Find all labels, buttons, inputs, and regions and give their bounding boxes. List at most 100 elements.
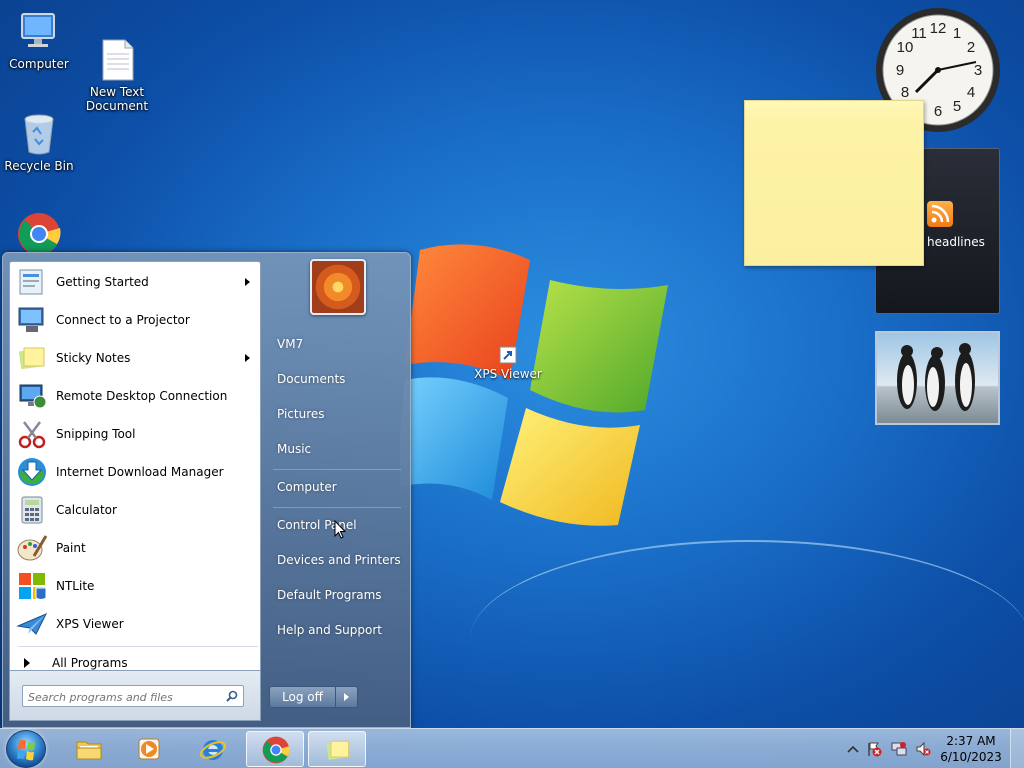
clock-number: 5	[953, 98, 961, 115]
mouse-cursor-icon	[334, 520, 346, 539]
desktop-icon-xps-viewer[interactable]: XPS Viewer	[472, 346, 544, 381]
feed-headlines-label: headlines	[927, 235, 985, 249]
idm-icon	[16, 456, 48, 488]
clock-number: 3	[974, 62, 982, 79]
start-right-pictures[interactable]: Pictures	[277, 407, 325, 421]
search-input[interactable]	[23, 687, 219, 708]
clock-number: 6	[934, 103, 942, 120]
desktop-icon-label: Recycle Bin	[4, 159, 74, 173]
recycle-bin-icon	[17, 112, 61, 156]
start-item-connect-projector[interactable]: Connect to a Projector	[12, 302, 258, 338]
projector-icon	[16, 304, 48, 336]
shortcut-arrow-icon	[499, 346, 517, 364]
sticky-notes-icon	[16, 342, 48, 374]
show-hidden-icons-icon[interactable]	[845, 741, 861, 757]
taskbar: 2:37 AM 6/10/2023	[0, 728, 1024, 768]
start-search-box[interactable]	[22, 685, 244, 708]
calculator-icon	[16, 494, 48, 526]
desktop-icon-recycle-bin[interactable]: Recycle Bin	[3, 112, 75, 173]
volume-muted-icon[interactable]	[915, 741, 931, 757]
show-desktop-button[interactable]	[1010, 729, 1024, 768]
start-item-snipping-tool[interactable]: Snipping Tool	[12, 416, 258, 452]
rss-icon	[927, 201, 953, 227]
start-item-label: Internet Download Manager	[56, 465, 224, 479]
start-item-label: XPS Viewer	[56, 617, 124, 631]
start-item-sticky-notes[interactable]: Sticky Notes	[12, 340, 258, 376]
all-programs-arrow-icon	[24, 658, 30, 668]
action-center-icon[interactable]	[866, 741, 882, 757]
clock-number: 9	[896, 62, 904, 79]
desktop-icon-label: New Text Document	[85, 85, 149, 113]
taskbar-time: 2:37 AM	[946, 734, 996, 748]
clock-number: 4	[967, 84, 975, 101]
start-item-xps-viewer[interactable]: XPS Viewer	[12, 606, 258, 642]
start-item-internet-download-manager[interactable]: Internet Download Manager	[12, 454, 258, 490]
desktop-icon-label: Computer	[9, 57, 69, 71]
start-menu-separator	[18, 646, 258, 647]
slideshow-gadget[interactable]	[875, 331, 1000, 425]
start-right-documents[interactable]: Documents	[277, 372, 345, 386]
start-button[interactable]	[6, 730, 46, 768]
start-item-label: Getting Started	[56, 275, 149, 289]
sticky-note[interactable]	[744, 100, 924, 266]
desktop-icon-label: XPS Viewer	[474, 367, 542, 381]
start-right-default-programs[interactable]: Default Programs	[277, 588, 382, 602]
start-search-area	[9, 671, 261, 721]
start-item-label: Snipping Tool	[56, 427, 136, 441]
ntlite-icon	[16, 570, 48, 602]
xps-viewer-icon	[16, 608, 48, 640]
taskbar-chrome-button[interactable]	[246, 731, 304, 767]
clock-number: 2	[967, 39, 975, 56]
start-item-label: Remote Desktop Connection	[56, 389, 228, 403]
clock-number: 1	[953, 25, 961, 42]
start-right-separator	[273, 469, 401, 470]
wallpaper-arc	[470, 540, 1024, 740]
start-right-devices-printers[interactable]: Devices and Printers	[277, 553, 401, 567]
submenu-arrow-icon	[245, 278, 250, 286]
start-item-paint[interactable]: Paint	[12, 530, 258, 566]
clock-number: 12	[930, 20, 947, 37]
user-picture[interactable]	[310, 259, 366, 315]
folder-icon	[75, 735, 103, 763]
start-right-user[interactable]: VM7	[277, 337, 303, 351]
taskbar-internet-explorer-button[interactable]	[184, 731, 242, 767]
start-right-separator	[273, 507, 401, 508]
sticky-notes-icon	[324, 736, 352, 764]
start-item-label: NTLite	[56, 579, 95, 593]
text-document-icon	[95, 24, 139, 81]
taskbar-clock[interactable]: 2:37 AM 6/10/2023	[938, 733, 1004, 765]
all-programs-label: All Programs	[52, 656, 128, 670]
start-item-label: Calculator	[56, 503, 117, 517]
network-icon[interactable]	[891, 741, 907, 757]
paint-icon	[16, 532, 48, 564]
start-item-label: Connect to a Projector	[56, 313, 190, 327]
taskbar-sticky-notes-button[interactable]	[308, 731, 366, 767]
clock-number: 11	[911, 25, 927, 42]
start-right-help-support[interactable]: Help and Support	[277, 623, 382, 637]
chrome-icon	[17, 212, 61, 256]
start-item-remote-desktop[interactable]: Remote Desktop Connection	[12, 378, 258, 414]
search-icon[interactable]	[226, 690, 238, 702]
start-item-calculator[interactable]: Calculator	[12, 492, 258, 528]
taskbar-date: 6/10/2023	[940, 750, 1002, 764]
start-item-label: Sticky Notes	[56, 351, 131, 365]
start-menu-programs-pane: Getting Started Connect to a Projector S…	[9, 261, 261, 671]
desktop-icon-computer[interactable]: Computer	[3, 10, 75, 71]
start-item-ntlite[interactable]: NTLite	[12, 568, 258, 604]
shutdown-options-button[interactable]	[336, 686, 358, 708]
start-right-music[interactable]: Music	[277, 442, 311, 456]
desktop-icon-new-text-document[interactable]: New Text Document	[81, 10, 153, 127]
start-right-computer[interactable]: Computer	[277, 480, 337, 494]
getting-started-icon	[16, 266, 48, 298]
chrome-icon	[262, 736, 290, 764]
start-item-label: Paint	[56, 541, 86, 555]
windows-logo-icon	[17, 740, 35, 761]
taskbar-explorer-button[interactable]	[60, 731, 118, 767]
start-item-getting-started[interactable]: Getting Started	[12, 264, 258, 300]
computer-icon	[17, 10, 61, 54]
clock-number: 8	[901, 84, 909, 101]
taskbar-media-player-button[interactable]	[120, 731, 178, 767]
snipping-tool-icon	[16, 418, 48, 450]
logoff-button[interactable]: Log off	[269, 686, 336, 708]
media-player-icon	[135, 735, 163, 763]
